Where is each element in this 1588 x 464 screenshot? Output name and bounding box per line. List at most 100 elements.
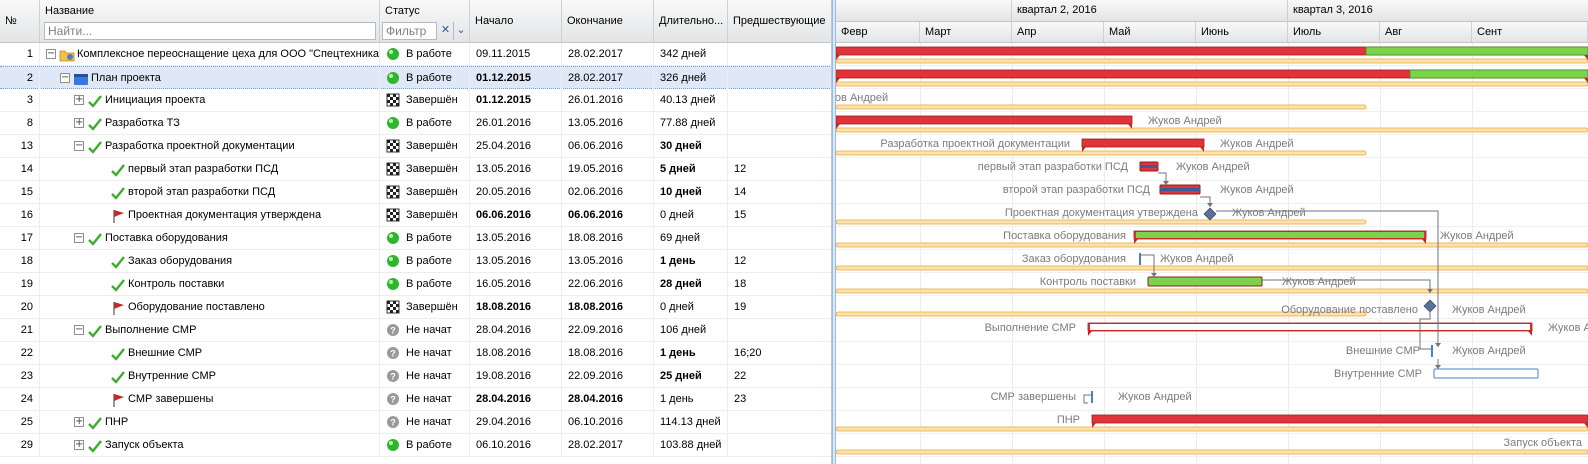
baseline-bar[interactable] bbox=[836, 81, 1588, 87]
expand-icon[interactable]: + bbox=[74, 440, 84, 450]
end-date: 26.01.2016 bbox=[562, 89, 654, 112]
table-row[interactable]: 19 Контроль поставки В работе 16.05.2016 22.… bbox=[0, 273, 831, 296]
summary-bar[interactable] bbox=[836, 115, 1133, 125]
expand-icon[interactable]: + bbox=[74, 417, 84, 427]
col-header-pred[interactable]: Предшествующие bbox=[728, 0, 831, 43]
table-row[interactable]: 3 + Инициация проекта Завершён 01.12.2015 26.… bbox=[0, 89, 831, 112]
table-row[interactable]: 25 + ПНР? Не начат 29.04.2016 06.10.2016 114.1… bbox=[0, 411, 831, 434]
task-name-cell[interactable]: − Разработка проектной документации bbox=[40, 135, 380, 158]
status-cell[interactable]: ? Не начат bbox=[380, 319, 470, 342]
task-name-cell[interactable]: − План проекта bbox=[40, 67, 380, 90]
task-name-cell[interactable]: Заказ оборудования bbox=[40, 250, 380, 273]
table-row[interactable]: 1− Комплексное переоснащение цеха для ООО… bbox=[0, 43, 831, 66]
status-cell[interactable]: Завершён bbox=[380, 89, 470, 112]
task-name-cell[interactable]: − Поставка оборудования bbox=[40, 227, 380, 250]
predecessors bbox=[728, 411, 831, 434]
table-row[interactable]: 17 − Поставка оборудования В работе 13.05.20… bbox=[0, 227, 831, 250]
status-cell[interactable]: Завершён bbox=[380, 181, 470, 204]
table-row[interactable]: 13 − Разработка проектной документации Заве… bbox=[0, 135, 831, 158]
status-cell[interactable]: Завершён bbox=[380, 158, 470, 181]
expand-icon[interactable]: + bbox=[74, 118, 84, 128]
collapse-icon[interactable]: − bbox=[46, 49, 56, 59]
table-row[interactable]: 21 − Выполнение СМР? Не начат 28.04.2016 22.0… bbox=[0, 319, 831, 342]
table-row[interactable]: 20 Оборудование поставлено Завершён 18.08.2… bbox=[0, 296, 831, 319]
collapse-icon[interactable]: − bbox=[74, 325, 84, 335]
table-row[interactable]: 18 Заказ оборудования В работе 13.05.2016 13… bbox=[0, 250, 831, 273]
status-cell[interactable]: В работе bbox=[380, 43, 470, 66]
task-name-cell[interactable]: + Инициация проекта bbox=[40, 89, 380, 112]
table-row[interactable]: 14 первый этап разработки ПСД Завершён 13.0… bbox=[0, 158, 831, 181]
task-name-cell[interactable]: Контроль поставки bbox=[40, 273, 380, 296]
baseline-bar[interactable] bbox=[836, 265, 1588, 271]
baseline-bar[interactable] bbox=[836, 58, 1588, 64]
status-cell[interactable]: Завершён bbox=[380, 135, 470, 158]
task-name-cell[interactable]: Оборудование поставлено bbox=[40, 296, 380, 319]
clear-filter-icon[interactable]: ✕ bbox=[438, 22, 453, 40]
task-name-cell[interactable]: второй этап разработки ПСД bbox=[40, 181, 380, 204]
task-bar-progress[interactable] bbox=[1140, 165, 1158, 168]
table-row[interactable]: 23 Внутренние СМР? Не начат 19.08.2016 22.09… bbox=[0, 365, 831, 388]
task-name-cell[interactable]: Внешние СМР bbox=[40, 342, 380, 365]
name-filter-input[interactable]: Найти... bbox=[44, 22, 376, 40]
status-filter-input[interactable]: Фильтр bbox=[382, 22, 437, 40]
task-name-cell[interactable]: − Комплексное переоснащение цеха для ООО … bbox=[40, 43, 380, 66]
summary-bar-progress[interactable] bbox=[1409, 69, 1588, 79]
summary-bar-progress[interactable] bbox=[1365, 46, 1588, 56]
collapse-icon[interactable]: − bbox=[74, 141, 84, 151]
status-cell[interactable]: В работе bbox=[380, 112, 470, 135]
task-name-cell[interactable]: СМР завершены bbox=[40, 388, 380, 411]
task-name-cell[interactable]: Проектная документация утверждена bbox=[40, 204, 380, 227]
task-bar[interactable] bbox=[1433, 368, 1539, 379]
task-name-cell[interactable]: + Разработка ТЗ bbox=[40, 112, 380, 135]
col-header-name[interactable]: Название Найти... bbox=[40, 0, 380, 43]
status-cell[interactable]: В работе bbox=[380, 227, 470, 250]
task-name-cell[interactable]: − Выполнение СМР bbox=[40, 319, 380, 342]
col-header-num[interactable]: № bbox=[0, 0, 40, 43]
task-name-cell[interactable]: Внутренние СМР bbox=[40, 365, 380, 388]
table-row[interactable]: 2 − План проекта В работе 01.12.2015 28.02.20… bbox=[0, 66, 831, 90]
month-cell: Авг bbox=[1380, 22, 1472, 42]
col-header-duration[interactable]: Длительно... bbox=[654, 0, 728, 43]
table-row[interactable]: 15 второй этап разработки ПСД Завершён 20.0… bbox=[0, 181, 831, 204]
status-cell[interactable]: ? Не начат bbox=[380, 342, 470, 365]
task-name-cell[interactable]: первый этап разработки ПСД bbox=[40, 158, 380, 181]
status-cell[interactable]: ? Не начат bbox=[380, 388, 470, 411]
col-header-status[interactable]: Статус Фильтр ✕ ⌄ bbox=[380, 0, 470, 43]
baseline-bar[interactable] bbox=[836, 288, 1588, 294]
status-cell[interactable]: ? Не начат bbox=[380, 365, 470, 388]
collapse-icon[interactable]: − bbox=[60, 73, 70, 83]
expand-icon[interactable]: + bbox=[74, 95, 84, 105]
summary-bar[interactable] bbox=[1081, 138, 1205, 148]
baseline-bar[interactable] bbox=[836, 104, 1367, 110]
baseline-bar[interactable] bbox=[836, 219, 1367, 225]
status-cell[interactable]: В работе bbox=[380, 250, 470, 273]
status-cell[interactable]: Завершён bbox=[380, 204, 470, 227]
table-row[interactable]: 22 Внешние СМР? Не начат 18.08.2016 18.08.20… bbox=[0, 342, 831, 365]
task-name-cell[interactable]: + Запуск объекта bbox=[40, 434, 380, 457]
table-row[interactable]: 29 + Запуск объекта В работе 06.10.2016 28.02… bbox=[0, 434, 831, 457]
table-row[interactable]: 16 Проектная документация утверждена Завер… bbox=[0, 204, 831, 227]
col-header-start[interactable]: Начало bbox=[470, 0, 562, 43]
col-header-end[interactable]: Окончание bbox=[562, 0, 654, 43]
table-row[interactable]: 8 + Разработка ТЗ В работе 26.01.2016 13.05.2… bbox=[0, 112, 831, 135]
status-cell[interactable]: Завершён bbox=[380, 296, 470, 319]
status-cell[interactable]: В работе bbox=[380, 273, 470, 296]
chevron-down-icon[interactable]: ⌄ bbox=[453, 22, 468, 40]
summary-bar-progress[interactable] bbox=[1136, 232, 1424, 238]
status-cell[interactable]: ? Не начат bbox=[380, 411, 470, 434]
task-bar-progress[interactable] bbox=[1160, 188, 1200, 191]
status-cell[interactable]: В работе bbox=[380, 67, 470, 90]
baseline-bar[interactable] bbox=[836, 150, 1367, 156]
baseline-bar[interactable] bbox=[836, 449, 1588, 455]
baseline-bar[interactable] bbox=[836, 127, 1588, 133]
status-cell[interactable]: В работе bbox=[380, 434, 470, 457]
collapse-icon[interactable]: − bbox=[74, 233, 84, 243]
task-name-cell[interactable]: + ПНР bbox=[40, 411, 380, 434]
task-bar[interactable] bbox=[1147, 276, 1263, 287]
summary-bar[interactable] bbox=[1091, 414, 1588, 424]
milestone-diamond[interactable] bbox=[1203, 207, 1217, 221]
baseline-bar[interactable] bbox=[836, 242, 1588, 248]
baseline-bar[interactable] bbox=[836, 426, 1588, 432]
table-row[interactable]: 24 СМР завершены? Не начат 28.04.2016 28.04.… bbox=[0, 388, 831, 411]
summary-bar-remaining[interactable] bbox=[1090, 324, 1530, 330]
